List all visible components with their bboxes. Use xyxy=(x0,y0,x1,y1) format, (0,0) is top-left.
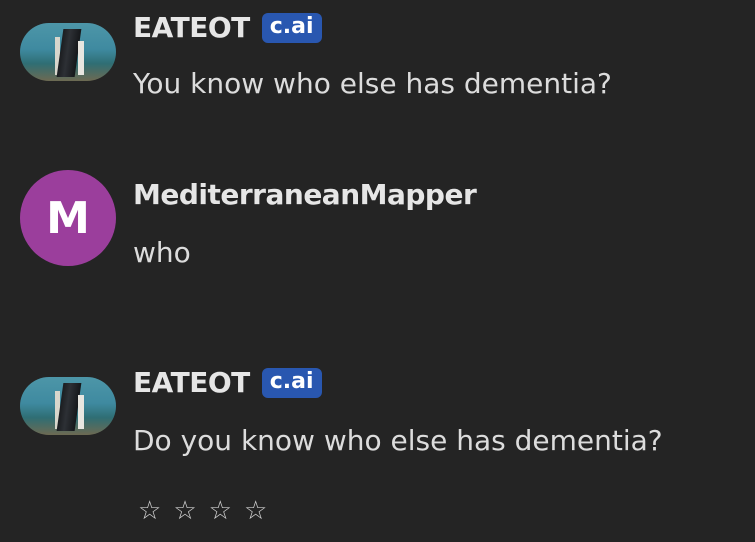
bot-avatar[interactable] xyxy=(20,23,116,81)
author-name[interactable]: EATEOT xyxy=(133,11,250,44)
star-outline-icon[interactable]: ☆ xyxy=(173,498,196,524)
star-rating: ☆ ☆ ☆ ☆ xyxy=(138,498,267,524)
message-header: EATEOT c.ai xyxy=(133,366,322,399)
star-outline-icon[interactable]: ☆ xyxy=(209,498,232,524)
message-text: who xyxy=(133,236,191,269)
user-avatar[interactable]: M xyxy=(20,170,116,266)
author-name[interactable]: MediterraneanMapper xyxy=(133,178,477,211)
bot-avatar[interactable] xyxy=(20,377,116,435)
star-outline-icon[interactable]: ☆ xyxy=(244,498,267,524)
message-header: EATEOT c.ai xyxy=(133,11,322,44)
message-text: Do you know who else has dementia? xyxy=(133,424,663,457)
cai-badge: c.ai xyxy=(261,12,322,43)
chat-panel: EATEOT c.ai You know who else has dement… xyxy=(0,0,755,542)
cai-badge: c.ai xyxy=(261,367,322,398)
message-header: MediterraneanMapper xyxy=(133,178,477,211)
author-name[interactable]: EATEOT xyxy=(133,366,250,399)
star-outline-icon[interactable]: ☆ xyxy=(138,498,161,524)
message-text: You know who else has dementia? xyxy=(133,67,612,100)
